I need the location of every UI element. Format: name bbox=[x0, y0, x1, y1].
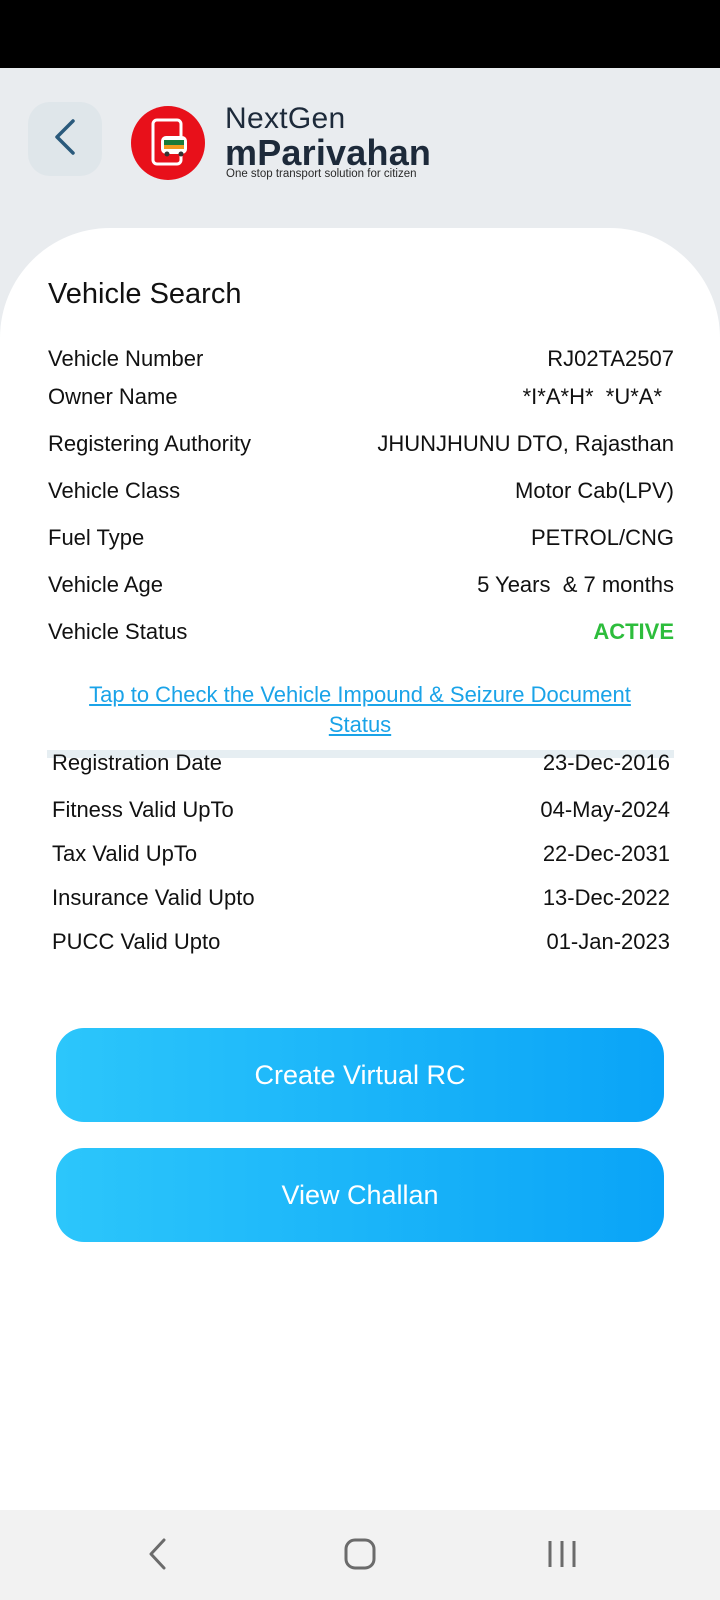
app-logo bbox=[131, 106, 205, 180]
validity-label: Insurance Valid Upto bbox=[52, 885, 255, 910]
detail-value: JHUNJHUNU DTO, Rajasthan bbox=[377, 431, 674, 456]
page-title: Vehicle Search bbox=[48, 278, 242, 310]
detail-row-vehicle-age: Vehicle Age 5 Years & 7 months bbox=[48, 572, 674, 606]
detail-value: PETROL/CNG bbox=[530, 525, 674, 550]
detail-label: Vehicle Age bbox=[48, 572, 163, 597]
validity-value: 13-Dec-2022 bbox=[542, 885, 670, 910]
nav-recents-icon bbox=[545, 1538, 579, 1575]
detail-row-fuel-type: Fuel Type PETROL/CNG bbox=[48, 525, 674, 559]
nav-back-button[interactable] bbox=[128, 1534, 188, 1578]
validity-label: Fitness Valid UpTo bbox=[52, 797, 234, 822]
validity-row-pucc: PUCC Valid Upto 01-Jan-2023 bbox=[52, 929, 670, 963]
detail-row-vehicle-class: Vehicle Class Motor Cab(LPV) bbox=[48, 478, 674, 512]
impound-status-link[interactable]: Tap to Check the Vehicle Impound & Seizu… bbox=[60, 680, 660, 740]
chevron-left-icon bbox=[51, 117, 79, 162]
detail-row-owner-name: Owner Name *I*A*H* *U*A* bbox=[48, 384, 674, 418]
vehicle-search-card: Vehicle Search Vehicle Number RJ02TA2507… bbox=[0, 228, 720, 1510]
validity-row-registration-date: Registration Date 23-Dec-2016 bbox=[52, 750, 670, 784]
nav-back-icon bbox=[146, 1536, 170, 1577]
detail-row-vehicle-status: Vehicle Status ACTIVE bbox=[48, 619, 674, 653]
detail-value: *I*A*H* *U*A* bbox=[522, 384, 662, 409]
validity-label: Registration Date bbox=[52, 750, 222, 775]
validity-value: 22-Dec-2031 bbox=[542, 841, 670, 866]
validity-value: 04-May-2024 bbox=[540, 797, 670, 822]
detail-row-registering-authority: Registering Authority JHUNJHUNU DTO, Raj… bbox=[48, 431, 674, 465]
system-nav-bar bbox=[0, 1510, 720, 1600]
brand-name-top: NextGen bbox=[225, 102, 346, 135]
validity-value: 01-Jan-2023 bbox=[546, 929, 670, 954]
validity-row-fitness: Fitness Valid UpTo 04-May-2024 bbox=[52, 797, 670, 831]
nav-home-button[interactable] bbox=[330, 1534, 390, 1578]
detail-value: 5 Years & 7 months bbox=[477, 572, 674, 597]
status-bar bbox=[0, 0, 720, 68]
detail-label: Vehicle Number bbox=[48, 346, 204, 371]
detail-label: Fuel Type bbox=[48, 525, 145, 550]
validity-value: 23-Dec-2016 bbox=[542, 750, 670, 775]
detail-value: RJ02TA2507 bbox=[547, 346, 674, 371]
brand-tagline: One stop transport solution for citizen bbox=[226, 168, 417, 180]
detail-row-vehicle-number: Vehicle Number RJ02TA2507 bbox=[48, 346, 674, 380]
status-badge: ACTIVE bbox=[593, 619, 674, 644]
validity-label: PUCC Valid Upto bbox=[52, 929, 221, 954]
nav-home-icon bbox=[343, 1537, 377, 1576]
validity-row-insurance: Insurance Valid Upto 13-Dec-2022 bbox=[52, 885, 670, 919]
back-button[interactable] bbox=[28, 102, 102, 176]
create-virtual-rc-button[interactable]: Create Virtual RC bbox=[56, 1028, 664, 1122]
detail-label: Vehicle Status bbox=[48, 619, 188, 644]
view-challan-button[interactable]: View Challan bbox=[56, 1148, 664, 1242]
validity-label: Tax Valid UpTo bbox=[52, 841, 198, 866]
detail-value: Motor Cab(LPV) bbox=[515, 478, 674, 503]
detail-label: Registering Authority bbox=[48, 431, 251, 456]
detail-label: Owner Name bbox=[48, 384, 178, 409]
validity-row-tax: Tax Valid UpTo 22-Dec-2031 bbox=[52, 841, 670, 875]
nav-recents-button[interactable] bbox=[532, 1534, 592, 1578]
detail-label: Vehicle Class bbox=[48, 478, 181, 503]
